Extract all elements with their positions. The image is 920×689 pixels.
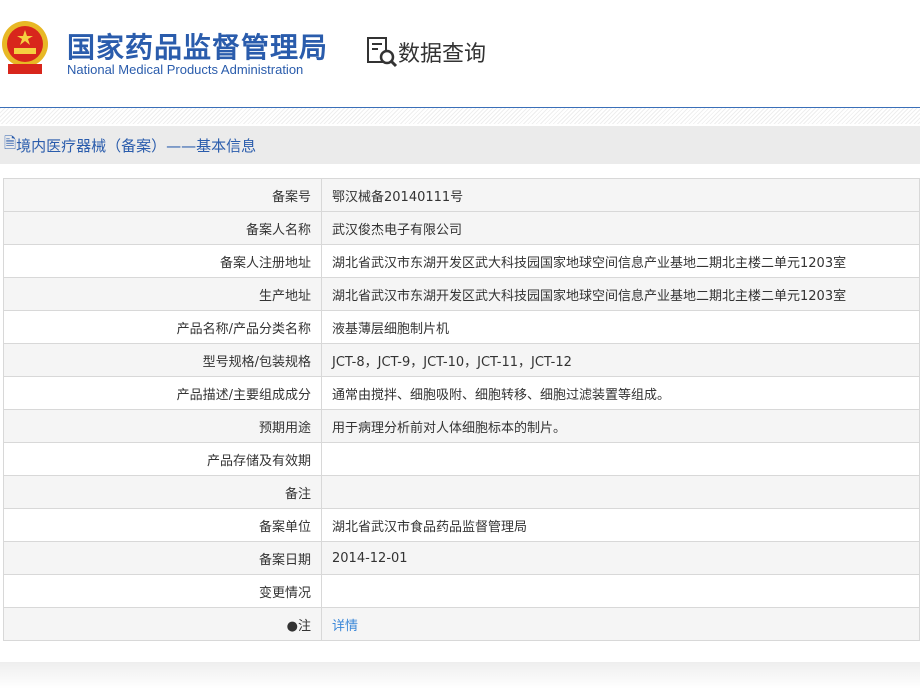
- document-search-icon: [367, 37, 398, 68]
- table-row: 备案单位 湖北省武汉市食品药品监督管理局: [3, 508, 920, 542]
- row-label: 产品描述/主要组成成分: [3, 376, 322, 410]
- row-label: 备案人注册地址: [3, 244, 322, 278]
- detail-table: 备案号 鄂汉械备20140111号 备案人名称 武汉俊杰电子有限公司 备案人注册地址 湖北…: [3, 178, 920, 641]
- table-row: 变更情况: [3, 574, 920, 608]
- row-label: 预期用途: [3, 409, 322, 443]
- section-title: 境内医疗器械（备案）——基本信息: [16, 136, 257, 155]
- row-value: JCT-8，JCT-9，JCT-10，JCT-11，JCT-12: [321, 343, 920, 377]
- site-header: 国家药品监督管理局 National Medical Products Admi…: [0, 0, 920, 108]
- footer-shadow: [0, 662, 920, 689]
- row-value: 湖北省武汉市食品药品监督管理局: [321, 508, 920, 542]
- row-value: [321, 442, 920, 476]
- data-query-label: 数据查询: [398, 42, 487, 67]
- data-query-link[interactable]: 数据查询: [366, 36, 486, 68]
- row-label: 型号规格/包装规格: [3, 343, 322, 377]
- table-row: 备案人注册地址 湖北省武汉市东湖开发区武大科技园国家地球空间信息产业基地二期北主楼…: [3, 244, 920, 278]
- lightbulb-icon: ●: [286, 618, 298, 634]
- hatch-band: [0, 108, 920, 124]
- table-row: 产品名称/产品分类名称 液基薄层细胞制片机: [3, 310, 920, 344]
- row-label: 备注: [3, 475, 322, 509]
- row-label: 生产地址: [3, 277, 322, 311]
- row-value: 湖北省武汉市东湖开发区武大科技园国家地球空间信息产业基地二期北主楼二单元1203…: [321, 244, 920, 278]
- table-row: 预期用途 用于病理分析前对人体细胞标本的制片。: [3, 409, 920, 443]
- national-emblem-icon: [2, 21, 48, 74]
- details-link[interactable]: 详情: [332, 619, 358, 634]
- row-label: 变更情况: [3, 574, 322, 608]
- row-value: 液基薄层细胞制片机: [321, 310, 920, 344]
- table-row: 备案日期 2014-12-01: [3, 541, 920, 575]
- table-row: 备注: [3, 475, 920, 509]
- row-label: 产品存储及有效期: [3, 442, 322, 476]
- table-row: 型号规格/包装规格 JCT-8，JCT-9，JCT-10，JCT-11，JCT-1…: [3, 343, 920, 377]
- table-row: 生产地址 湖北省武汉市东湖开发区武大科技园国家地球空间信息产业基地二期北主楼二单元…: [3, 277, 920, 311]
- table-row: 备案号 鄂汉械备20140111号: [3, 178, 920, 212]
- table-row: 产品描述/主要组成成分 通常由搅拌、细胞吸附、细胞转移、细胞过滤装置等组成。: [3, 376, 920, 410]
- logo-title-en: National Medical Products Administration: [67, 62, 304, 77]
- note-label: 注: [297, 618, 311, 634]
- row-label: 备案单位: [3, 508, 322, 542]
- document-icon: 🗎: [4, 133, 17, 152]
- row-label: 备案人名称: [3, 211, 322, 245]
- row-value: 通常由搅拌、细胞吸附、细胞转移、细胞过滤装置等组成。: [321, 376, 920, 410]
- row-label: 产品名称/产品分类名称: [3, 310, 322, 344]
- table-row: 产品存储及有效期: [3, 442, 920, 476]
- row-value: [321, 574, 920, 608]
- logo-title-cn: 国家药品监督管理局: [67, 31, 329, 64]
- row-value: 武汉俊杰电子有限公司: [321, 211, 920, 245]
- row-value: 2014-12-01: [321, 541, 920, 575]
- note-row: ●注 详情: [3, 607, 920, 641]
- row-label: 备案日期: [3, 541, 322, 575]
- table-row: 备案人名称 武汉俊杰电子有限公司: [3, 211, 920, 245]
- row-label: 备案号: [3, 178, 322, 212]
- section-title-bar: 🗎 境内医疗器械（备案）——基本信息: [0, 126, 920, 164]
- row-value: [321, 475, 920, 509]
- row-value: 鄂汉械备20140111号: [321, 178, 920, 212]
- row-value: 湖北省武汉市东湖开发区武大科技园国家地球空间信息产业基地二期北主楼二单元1203…: [321, 277, 920, 311]
- row-value: 用于病理分析前对人体细胞标本的制片。: [321, 409, 920, 443]
